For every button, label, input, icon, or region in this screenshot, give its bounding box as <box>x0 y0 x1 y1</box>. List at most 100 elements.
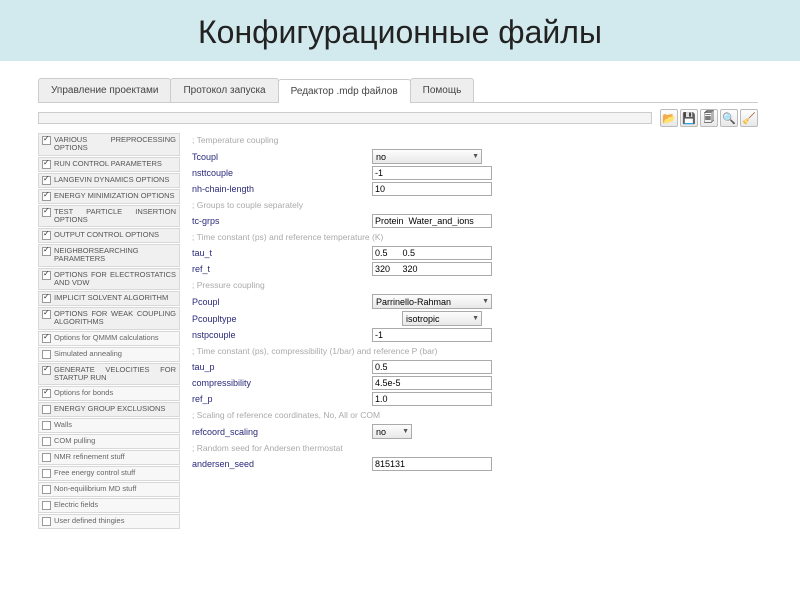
checkbox-icon[interactable] <box>42 501 51 510</box>
sidebar-item-14[interactable]: Energy group exclusions <box>38 402 180 417</box>
pcoupltype-label: Pcoupltype <box>192 314 372 324</box>
checkbox-icon[interactable] <box>42 294 51 303</box>
sidebar-item-label: Simulated annealing <box>54 350 176 358</box>
comment: ; Temperature coupling <box>192 135 758 145</box>
checkbox-icon[interactable] <box>42 421 51 430</box>
search-icon[interactable]: 🔍 <box>720 109 738 127</box>
checkbox-icon[interactable] <box>42 231 51 240</box>
checkbox-icon[interactable] <box>42 192 51 201</box>
checkbox-icon[interactable] <box>42 271 51 280</box>
sidebar-item-label: NMR refinement stuff <box>54 453 176 461</box>
sidebar-item-1[interactable]: Run control parameters <box>38 157 180 172</box>
sidebar-item-15[interactable]: Walls <box>38 418 180 433</box>
comment: ; Scaling of reference coordinates, No, … <box>192 410 758 420</box>
sidebar-item-label: Non-equilibrium MD stuff <box>54 485 176 493</box>
sidebar-item-label: Options for QMMM calculations <box>54 334 176 342</box>
pcoupl-select[interactable]: Parrinello-Rahman <box>372 294 492 309</box>
checkbox-icon[interactable] <box>42 160 51 169</box>
sidebar-item-19[interactable]: Non-equilibrium MD stuff <box>38 482 180 497</box>
sidebar-item-3[interactable]: Energy minimization options <box>38 189 180 204</box>
sidebar-item-6[interactable]: Neighborsearching parameters <box>38 244 180 267</box>
nsttcouple-label: nsttcouple <box>192 168 372 178</box>
sidebar-item-7[interactable]: Options for electrostatics and VDW <box>38 268 180 291</box>
sidebar-item-label: Electric fields <box>54 501 176 509</box>
reft-input[interactable] <box>372 262 492 276</box>
sidebar-item-21[interactable]: User defined thingies <box>38 514 180 529</box>
copy-icon[interactable]: 🗐 <box>700 109 718 127</box>
sidebar-item-0[interactable]: Various preprocessing options <box>38 133 180 156</box>
save-icon[interactable]: 💾 <box>680 109 698 127</box>
comment: ; Pressure coupling <box>192 280 758 290</box>
refscale-label: refcoord_scaling <box>192 427 372 437</box>
sidebar-item-label: Various preprocessing options <box>54 136 176 153</box>
sidebar-item-8[interactable]: Implicit solvent algorithm <box>38 291 180 306</box>
sidebar-item-label: Energy minimization options <box>54 192 176 200</box>
sidebar-item-label: Neighborsearching parameters <box>54 247 176 264</box>
taut-input[interactable] <box>372 246 492 260</box>
checkbox-icon[interactable] <box>42 517 51 526</box>
checkbox-icon[interactable] <box>42 247 51 256</box>
sidebar-item-label: Options for weak coupling algorithms <box>54 310 176 327</box>
sidebar-item-11[interactable]: Simulated annealing <box>38 347 180 362</box>
checkbox-icon[interactable] <box>42 136 51 145</box>
clear-icon[interactable]: 🧹 <box>740 109 758 127</box>
sidebar-item-17[interactable]: NMR refinement stuff <box>38 450 180 465</box>
refp-input[interactable] <box>372 392 492 406</box>
checkbox-icon[interactable] <box>42 334 51 343</box>
tab-projects[interactable]: Управление проектами <box>38 78 171 102</box>
nsttcouple-input[interactable] <box>372 166 492 180</box>
sidebar-item-20[interactable]: Electric fields <box>38 498 180 513</box>
checkbox-icon[interactable] <box>42 208 51 217</box>
tab-help[interactable]: Помощь <box>410 78 475 102</box>
pcoupl-label: Pcoupl <box>192 297 372 307</box>
checkbox-icon[interactable] <box>42 389 51 398</box>
open-icon[interactable]: 📂 <box>660 109 678 127</box>
sidebar-item-label: Output control options <box>54 231 176 239</box>
tcoupl-label: Tcoupl <box>192 152 372 162</box>
sidebar-item-label: User defined thingies <box>54 517 176 525</box>
sidebar-item-16[interactable]: COM pulling <box>38 434 180 449</box>
checkbox-icon[interactable] <box>42 366 51 375</box>
tab-protocol[interactable]: Протокол запуска <box>170 78 278 102</box>
sidebar-item-13[interactable]: Options for bonds <box>38 386 180 401</box>
sidebar-item-label: Langevin dynamics options <box>54 176 176 184</box>
sidebar-item-5[interactable]: Output control options <box>38 228 180 243</box>
sidebar-item-label: Test particle insertion options <box>54 208 176 225</box>
sidebar-item-label: Run control parameters <box>54 160 176 168</box>
tcoupl-select[interactable]: no <box>372 149 482 164</box>
refscale-select[interactable]: no <box>372 424 412 439</box>
checkbox-icon[interactable] <box>42 310 51 319</box>
toolbar-path <box>38 112 652 124</box>
comment: ; Time constant (ps) and reference tempe… <box>192 232 758 242</box>
checkbox-icon[interactable] <box>42 485 51 494</box>
nstpcouple-input[interactable] <box>372 328 492 342</box>
pcoupltype-select[interactable]: isotropic <box>402 311 482 326</box>
sidebar-item-10[interactable]: Options for QMMM calculations <box>38 331 180 346</box>
tab-bar: Управление проектами Протокол запуска Ре… <box>38 78 758 103</box>
checkbox-icon[interactable] <box>42 350 51 359</box>
app-window: Управление проектами Протокол запуска Ре… <box>38 78 758 529</box>
nhchain-input[interactable] <box>372 182 492 196</box>
sidebar-item-label: Options for electrostatics and VDW <box>54 271 176 288</box>
sidebar-item-4[interactable]: Test particle insertion options <box>38 205 180 228</box>
checkbox-icon[interactable] <box>42 453 51 462</box>
sidebar-item-9[interactable]: Options for weak coupling algorithms <box>38 307 180 330</box>
checkbox-icon[interactable] <box>42 469 51 478</box>
sidebar-item-18[interactable]: Free energy control stuff <box>38 466 180 481</box>
andseed-input[interactable] <box>372 457 492 471</box>
compress-input[interactable] <box>372 376 492 390</box>
sidebar-item-label: Generate velocities for startup run <box>54 366 176 383</box>
sidebar-item-12[interactable]: Generate velocities for startup run <box>38 363 180 386</box>
checkbox-icon[interactable] <box>42 176 51 185</box>
tcgrps-input[interactable] <box>372 214 492 228</box>
taup-input[interactable] <box>372 360 492 374</box>
toolbar: 📂 💾 🗐 🔍 🧹 <box>38 109 758 127</box>
nstpcouple-label: nstpcouple <box>192 330 372 340</box>
checkbox-icon[interactable] <box>42 405 51 414</box>
tcgrps-label: tc-grps <box>192 216 372 226</box>
nhchain-label: nh-chain-length <box>192 184 372 194</box>
sidebar-item-label: Options for bonds <box>54 389 176 397</box>
sidebar-item-2[interactable]: Langevin dynamics options <box>38 173 180 188</box>
checkbox-icon[interactable] <box>42 437 51 446</box>
tab-mdp-editor[interactable]: Редактор .mdp файлов <box>278 79 411 103</box>
